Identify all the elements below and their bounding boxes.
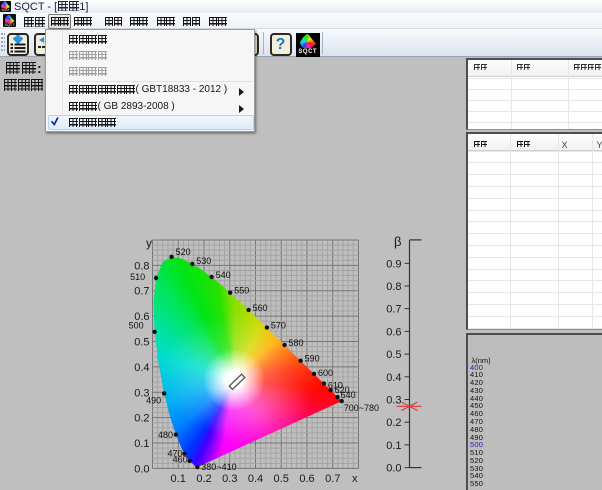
svg-text:460: 460	[173, 455, 188, 465]
svg-text:490: 490	[146, 396, 161, 406]
svg-text:530: 530	[196, 256, 211, 266]
svg-text:600: 600	[318, 368, 333, 378]
svg-text:480: 480	[158, 430, 173, 440]
svg-text:520: 520	[176, 247, 191, 257]
svg-text:500: 500	[129, 320, 144, 330]
svg-text:540: 540	[216, 270, 231, 280]
svg-text:510: 510	[130, 272, 145, 282]
svg-text:550: 550	[234, 286, 249, 296]
svg-text:700~780: 700~780	[344, 403, 379, 413]
svg-text:580: 580	[289, 338, 304, 348]
svg-text:570: 570	[271, 321, 286, 331]
svg-text:380~410: 380~410	[201, 462, 236, 472]
svg-text:560: 560	[253, 303, 268, 313]
svg-text:640: 640	[341, 390, 356, 400]
svg-text:590: 590	[305, 354, 320, 364]
